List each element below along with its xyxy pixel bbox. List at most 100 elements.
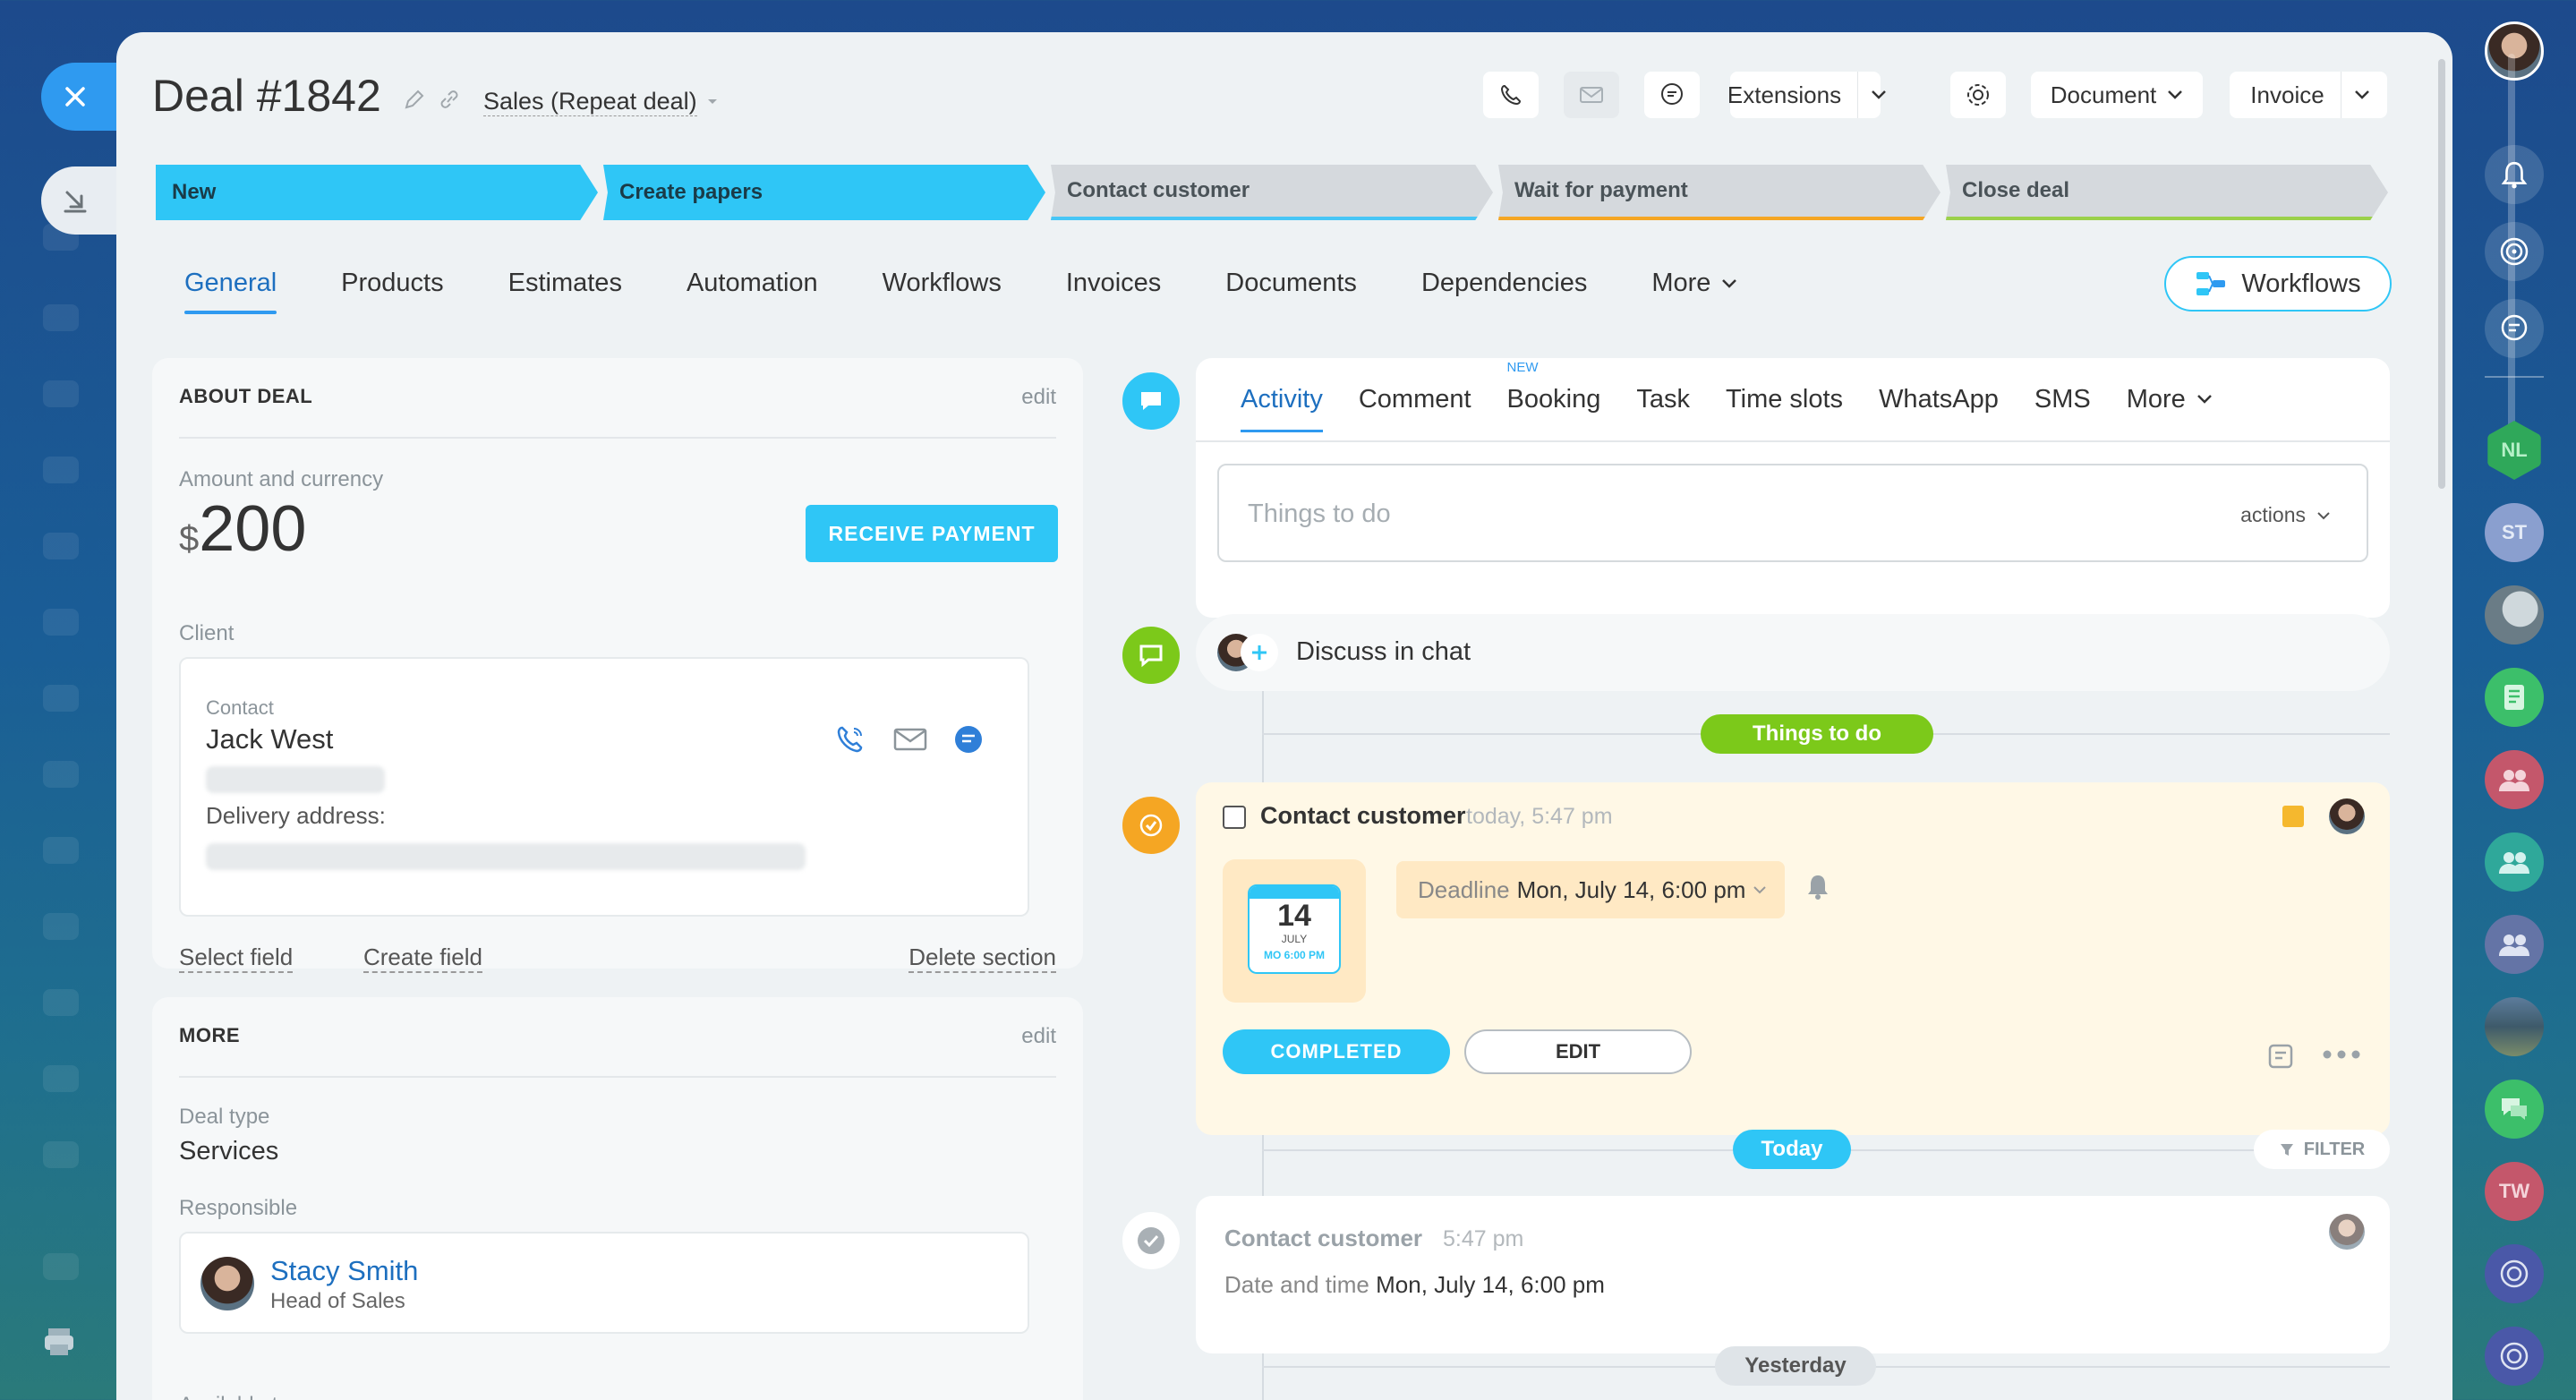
chats-button[interactable] <box>2485 299 2544 358</box>
target-icon <box>2500 1259 2529 1288</box>
stage-contact-customer[interactable]: Contact customer <box>1051 165 1493 220</box>
settings-button[interactable] <box>1950 72 2006 118</box>
calendar-month: JULY <box>1281 933 1308 945</box>
plus-icon <box>1241 634 1278 671</box>
stage-close-deal[interactable]: Close deal <box>1946 165 2388 220</box>
group-chat[interactable] <box>2485 915 2544 974</box>
stage-label: Wait for payment <box>1514 178 1688 202</box>
document-dropdown[interactable]: Document <box>2031 72 2203 118</box>
workflows-button[interactable]: Workflows <box>2164 256 2392 312</box>
tab-documents[interactable]: Documents <box>1225 269 1357 314</box>
tab-booking[interactable]: NEW Booking <box>1506 360 1601 432</box>
tab-whatsapp[interactable]: WhatsApp <box>1879 385 1999 432</box>
arrow-down-right-icon <box>64 191 87 213</box>
openlines-chat[interactable] <box>2485 1327 2544 1386</box>
edit-link[interactable]: edit <box>1021 385 1056 410</box>
collapse-slider-button[interactable] <box>41 166 122 235</box>
todo-title[interactable]: Contact customer <box>1260 802 1466 830</box>
scrollbar[interactable] <box>2438 59 2445 489</box>
chat-icon <box>2501 314 2528 341</box>
chevron-down-icon <box>1753 886 1767 894</box>
tab-sms[interactable]: SMS <box>2034 385 2091 432</box>
target-button[interactable] <box>2485 222 2544 281</box>
pipeline-selector[interactable]: Sales (Repeat deal) <box>483 88 719 116</box>
completed-button[interactable]: COMPLETED <box>1223 1029 1450 1074</box>
left-sidebar <box>0 0 122 1400</box>
client-contact-box: Contact Jack West Delivery address: <box>179 657 1029 917</box>
tab-workflows[interactable]: Workflows <box>883 269 1002 314</box>
stage-new[interactable]: New <box>156 165 598 220</box>
stage-label: Close deal <box>1962 178 2070 202</box>
receive-payment-button[interactable]: RECEIVE PAYMENT <box>806 505 1058 562</box>
avatar[interactable] <box>2485 585 2544 645</box>
actions-dropdown[interactable]: actions <box>2240 503 2331 527</box>
group-chat[interactable] <box>2485 832 2544 892</box>
printer-icon[interactable] <box>41 1323 77 1359</box>
people-icon <box>2499 935 2529 956</box>
bell-icon <box>2501 161 2528 189</box>
workgroup-nl[interactable]: NL <box>2487 421 2541 480</box>
contact-name[interactable]: Jack West <box>206 723 333 755</box>
mail-icon[interactable] <box>893 727 927 752</box>
tab-estimates[interactable]: Estimates <box>508 269 622 314</box>
tab-general[interactable]: General <box>184 269 277 314</box>
close-icon <box>65 87 85 107</box>
openlines-chat[interactable] <box>2485 1244 2544 1303</box>
tab-booking-label: Booking <box>1506 385 1601 414</box>
stage-wait-for-payment[interactable]: Wait for payment <box>1498 165 1941 220</box>
email-button[interactable] <box>1564 72 1619 118</box>
invoice-dropdown[interactable]: Invoice <box>2230 72 2387 118</box>
history-time: 5:47 pm <box>1443 1226 1524 1251</box>
discuss-in-chat-card[interactable]: Discuss in chat <box>1196 614 2390 691</box>
create-field-link[interactable]: Create field <box>363 943 482 973</box>
available-label: Available to everyone <box>179 1393 384 1400</box>
select-field-link[interactable]: Select field <box>179 943 294 973</box>
bell-icon[interactable] <box>1804 872 1831 901</box>
tab-task[interactable]: Task <box>1636 385 1690 432</box>
deadline-selector[interactable]: Deadline Mon, July 14, 6:00 pm <box>1396 861 1785 918</box>
deal-panel: Deal #1842 Sales (Repeat deal) Extension… <box>116 32 2452 1400</box>
tab-automation[interactable]: Automation <box>687 269 818 314</box>
chat-icon[interactable] <box>952 723 985 755</box>
tab-comment[interactable]: Comment <box>1359 385 1471 432</box>
phone-icon[interactable] <box>834 723 866 755</box>
call-button[interactable] <box>1483 72 1539 118</box>
avatar[interactable] <box>2485 997 2544 1056</box>
tab-dependencies[interactable]: Dependencies <box>1421 269 1587 314</box>
user-tw[interactable]: TW <box>2485 1162 2544 1221</box>
tab-more[interactable]: More <box>1651 269 1737 314</box>
extensions-dropdown[interactable]: Extensions <box>1727 72 1886 118</box>
divider <box>179 1076 1056 1078</box>
group-chat[interactable] <box>2485 750 2544 809</box>
phone-icon <box>1500 84 1522 106</box>
link-icon[interactable] <box>437 88 462 111</box>
tab-time-slots[interactable]: Time slots <box>1726 385 1843 432</box>
sidebar-ghost-item <box>43 609 79 636</box>
notifications-button[interactable] <box>2485 145 2544 204</box>
close-slider-button[interactable] <box>41 63 122 131</box>
pencil-icon[interactable] <box>403 88 426 111</box>
todo-checkbox[interactable] <box>1223 806 1246 829</box>
things-to-do-input[interactable]: Things to do actions <box>1217 464 2368 562</box>
delete-section-link[interactable]: Delete section <box>908 943 1056 973</box>
color-marker[interactable] <box>2282 806 2304 827</box>
tab-invoices[interactable]: Invoices <box>1066 269 1161 314</box>
amount-value: $ 200 <box>179 492 306 566</box>
blurred-phone <box>206 766 385 793</box>
tab-products[interactable]: Products <box>341 269 443 314</box>
note-icon[interactable] <box>2266 1042 2295 1071</box>
stage-create-papers[interactable]: Create papers <box>603 165 1045 220</box>
tab-more[interactable]: More <box>2127 385 2213 432</box>
edit-button[interactable]: EDIT <box>1464 1029 1692 1074</box>
notes-chat[interactable] <box>2485 668 2544 727</box>
filter-button[interactable]: FILTER <box>2254 1130 2390 1169</box>
edit-link[interactable]: edit <box>1021 1024 1056 1049</box>
chat-button[interactable] <box>1644 72 1700 118</box>
responsible-name[interactable]: Stacy Smith <box>270 1255 418 1287</box>
tab-activity[interactable]: Activity <box>1241 385 1323 432</box>
activity-editor-card: Activity Comment NEW Booking Task Time s… <box>1196 358 2390 618</box>
responsible-box: Stacy Smith Head of Sales <box>179 1232 1029 1334</box>
comments-chat[interactable] <box>2485 1080 2544 1139</box>
user-st[interactable]: ST <box>2485 503 2544 562</box>
more-dots-icon[interactable] <box>2322 1047 2361 1062</box>
